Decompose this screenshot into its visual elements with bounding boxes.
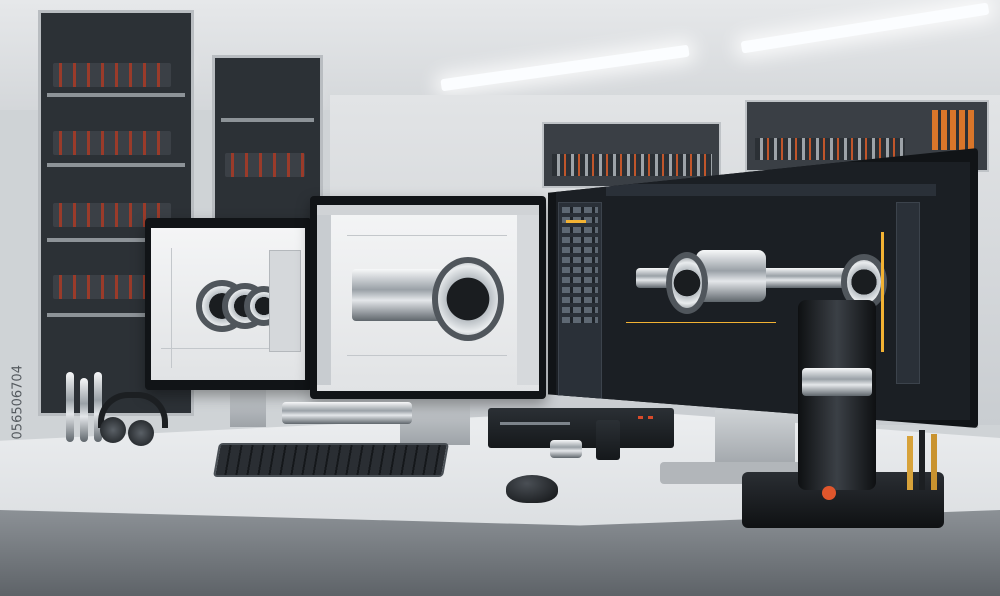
- mouse[interactable]: [506, 475, 558, 503]
- microscope-knob: [822, 486, 836, 500]
- small-part: [550, 440, 582, 458]
- pen-holder: [905, 430, 945, 490]
- equipment-cabinet: [212, 55, 323, 221]
- microscope-ring: [802, 368, 872, 396]
- cable-box: [596, 420, 620, 460]
- headset-earcup: [128, 420, 154, 446]
- monitor-right: [548, 148, 978, 428]
- keyboard[interactable]: [213, 443, 449, 477]
- mechanical-part: [282, 402, 412, 424]
- part-render-icon: [342, 257, 504, 341]
- screen-left[interactable]: [151, 228, 305, 380]
- screen-center[interactable]: [317, 205, 539, 391]
- headset-earcup: [100, 417, 126, 443]
- part-render-icon: [196, 280, 284, 340]
- screen-right[interactable]: [556, 162, 970, 420]
- monitor-center: [310, 196, 546, 399]
- properties-panel: [896, 202, 920, 384]
- tool-panel: [558, 202, 602, 404]
- monitor-left: [145, 218, 313, 390]
- monitor-stand: [715, 410, 795, 470]
